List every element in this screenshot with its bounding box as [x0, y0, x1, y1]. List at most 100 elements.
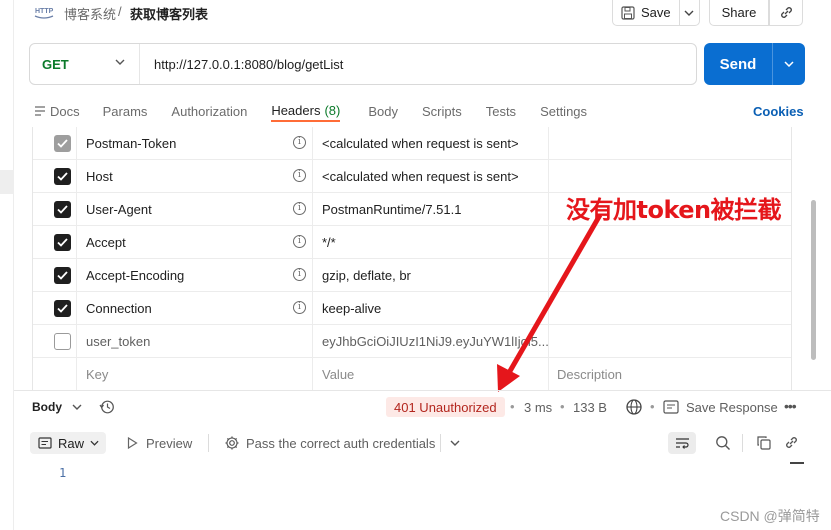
- auth-hint-text[interactable]: Pass the correct auth credentials: [246, 436, 435, 451]
- vertical-scrollbar[interactable]: [811, 200, 816, 360]
- link-icon[interactable]: [784, 435, 799, 450]
- toolbar-divider: [208, 434, 209, 452]
- header-value[interactable]: eyJhbGciOiJIUzI1NiJ9.eyJuYW1lIjoi5...: [322, 334, 548, 349]
- tab-scripts-label: Scripts: [421, 103, 462, 119]
- send-button[interactable]: Send: [704, 43, 773, 85]
- send-button-group: Send: [704, 43, 805, 85]
- header-key: Host: [86, 169, 113, 184]
- tab-settings[interactable]: Settings: [540, 100, 587, 122]
- header-key-cell: User-Agent i: [77, 193, 313, 226]
- info-icon[interactable]: i: [293, 136, 306, 149]
- response-time[interactable]: 3 ms: [524, 400, 552, 415]
- editor-scroll-indicator: [790, 462, 804, 464]
- description-placeholder[interactable]: Description: [557, 367, 622, 382]
- more-options-icon[interactable]: •••: [784, 398, 797, 414]
- row-checkbox[interactable]: [54, 234, 71, 251]
- header-key-cell: Key: [77, 358, 313, 391]
- tab-tests-label: Tests: [485, 103, 517, 119]
- tab-scripts[interactable]: Scripts: [422, 100, 462, 122]
- send-options-button[interactable]: [773, 61, 805, 67]
- separator-dot: •: [510, 399, 515, 414]
- toolbar-divider: [742, 434, 743, 452]
- table-row: user_token eyJhbGciOiJIUzI1NiJ9.eyJuYW1l…: [33, 325, 791, 358]
- header-value: */*: [322, 235, 336, 250]
- header-key: Postman-Token: [86, 136, 177, 151]
- new-header-row: Key Value Description: [33, 358, 791, 391]
- http-icon: HTTP: [34, 8, 54, 19]
- tab-headers-label: Headers: [271, 102, 321, 118]
- row-check-cell: [33, 259, 77, 292]
- header-value: <calculated when request is sent>: [322, 136, 519, 151]
- copy-link-button[interactable]: [769, 0, 803, 26]
- header-value-cell: keep-alive: [313, 292, 549, 325]
- tab-body[interactable]: Body: [368, 100, 398, 122]
- request-tabs: Docs Params Authorization Headers (8) Bo…: [34, 100, 587, 126]
- row-checkbox[interactable]: [54, 267, 71, 284]
- tab-tests[interactable]: Tests: [486, 100, 516, 122]
- row-check-cell: [33, 226, 77, 259]
- header-key-cell: Accept i: [77, 226, 313, 259]
- tab-headers[interactable]: Headers (8): [271, 100, 341, 122]
- status-badge[interactable]: 401 Unauthorized: [386, 397, 505, 417]
- chevron-down-icon: [90, 440, 99, 446]
- tab-docs[interactable]: Docs: [34, 100, 80, 122]
- history-icon[interactable]: [99, 399, 115, 415]
- cookies-link[interactable]: Cookies: [753, 104, 804, 119]
- response-size[interactable]: 133 B: [573, 400, 607, 415]
- save-options-button[interactable]: [680, 0, 699, 25]
- header-value: gzip, deflate, br: [322, 268, 411, 283]
- headers-table: Postman-Token i <calculated when request …: [32, 127, 792, 391]
- chevron-down-icon[interactable]: [72, 404, 82, 410]
- globe-icon[interactable]: [625, 398, 643, 416]
- format-label: Raw: [58, 435, 85, 451]
- header-value: keep-alive: [322, 301, 382, 316]
- check-icon: [57, 238, 68, 247]
- request-title[interactable]: 获取博客列表: [130, 4, 208, 23]
- save-button[interactable]: Save: [613, 0, 680, 25]
- save-response-button[interactable]: Save Response: [686, 400, 778, 415]
- response-body-label[interactable]: Body: [32, 400, 62, 414]
- value-placeholder[interactable]: Value: [322, 367, 548, 382]
- header-value-cell: gzip, deflate, br: [313, 259, 549, 292]
- header-key-cell: user_token: [77, 325, 313, 358]
- url-input[interactable]: http://127.0.0.1:8080/blog/getList: [140, 57, 343, 72]
- header-key-cell: Postman-Token i: [77, 127, 313, 160]
- row-checkbox[interactable]: [54, 201, 71, 218]
- info-icon[interactable]: i: [293, 301, 306, 314]
- info-icon[interactable]: i: [293, 169, 306, 182]
- row-checkbox[interactable]: [54, 333, 71, 350]
- share-label: Share: [721, 5, 757, 20]
- svg-text:HTTP: HTTP: [35, 8, 54, 15]
- info-icon[interactable]: i: [293, 235, 306, 248]
- row-checkbox[interactable]: [54, 168, 71, 185]
- tab-params[interactable]: Params: [103, 100, 148, 122]
- header-key: Accept-Encoding: [86, 268, 185, 283]
- separator-dot: •: [560, 399, 565, 414]
- header-value-cell: eyJhbGciOiJIUzI1NiJ9.eyJuYW1lIjoi5...: [313, 325, 549, 358]
- preview-button[interactable]: Preview: [146, 436, 192, 451]
- row-check-cell: [33, 127, 77, 160]
- tab-body-label: Body: [368, 103, 398, 119]
- key-placeholder[interactable]: Key: [86, 367, 108, 382]
- status-text: 401 Unauthorized: [394, 399, 497, 415]
- info-icon[interactable]: i: [293, 268, 306, 281]
- response-divider[interactable]: [14, 390, 831, 391]
- copy-icon[interactable]: [756, 435, 772, 451]
- header-key[interactable]: user_token: [86, 334, 150, 349]
- breadcrumb-parent[interactable]: 博客系统: [64, 4, 116, 23]
- wrap-toggle-button[interactable]: [668, 432, 696, 454]
- format-select[interactable]: Raw: [30, 432, 106, 454]
- method-select[interactable]: GET: [30, 44, 140, 84]
- chevron-down-icon[interactable]: [450, 440, 460, 446]
- share-button[interactable]: Share: [709, 0, 769, 26]
- row-checkbox[interactable]: [54, 135, 71, 152]
- info-icon[interactable]: i: [293, 202, 306, 215]
- tab-settings-label: Settings: [540, 103, 588, 119]
- row-check-cell: [33, 160, 77, 193]
- code-format-icon: [38, 437, 52, 449]
- tab-authorization[interactable]: Authorization: [171, 100, 247, 122]
- tab-docs-label: Docs: [50, 103, 80, 119]
- header-value: PostmanRuntime/7.51.1: [322, 202, 462, 217]
- search-icon[interactable]: [715, 435, 731, 451]
- row-checkbox[interactable]: [54, 300, 71, 317]
